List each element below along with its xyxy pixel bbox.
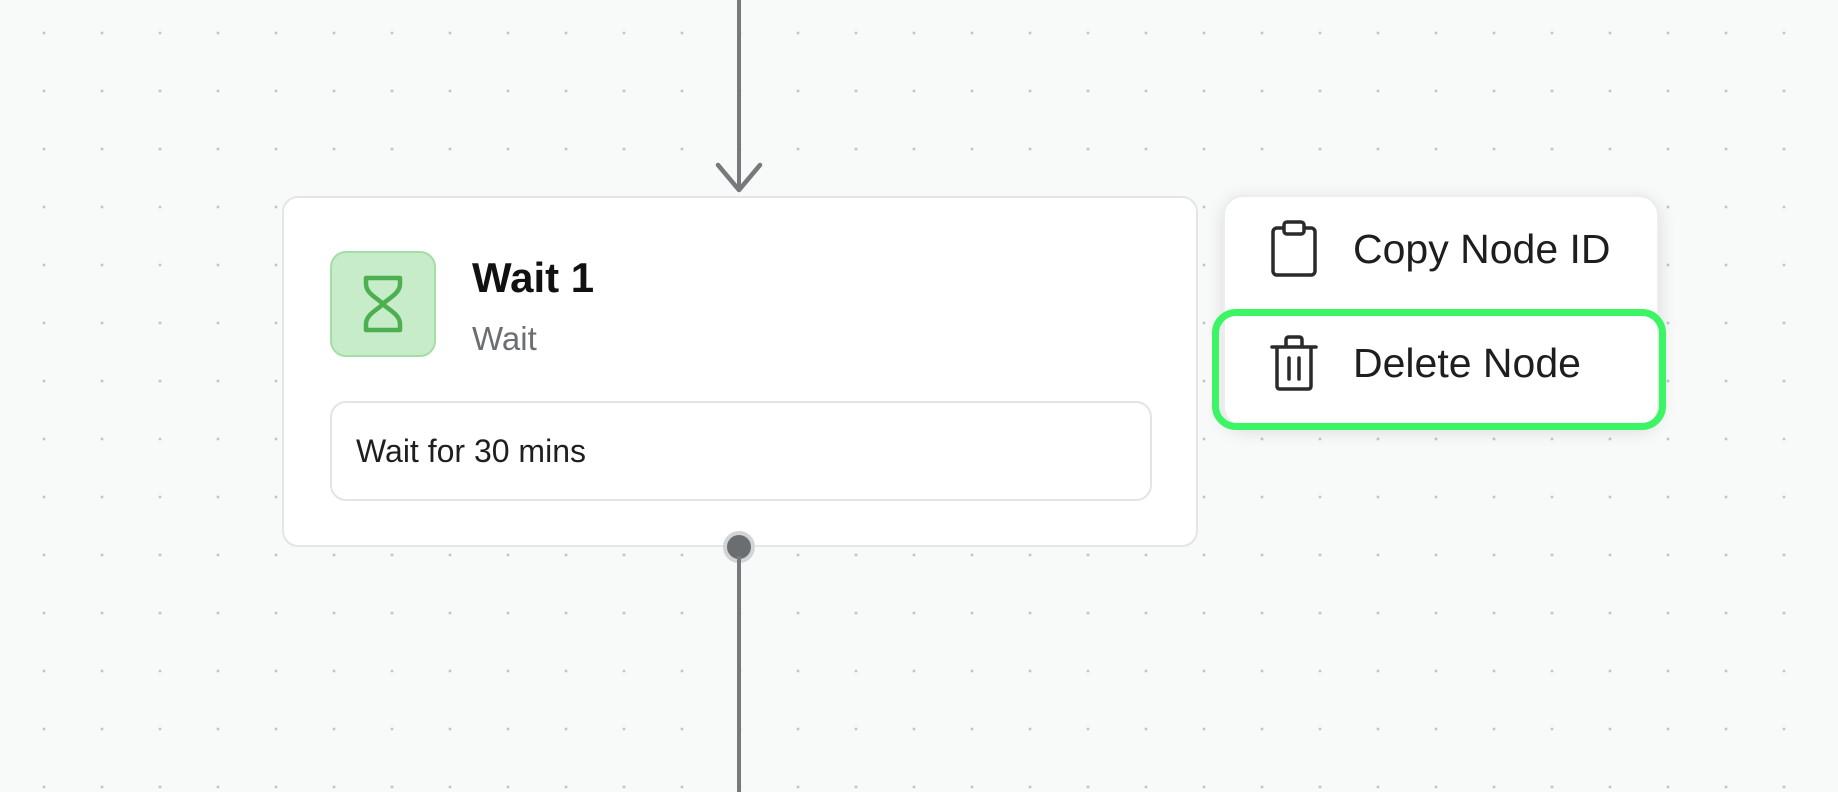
clipboard-icon <box>1267 220 1321 278</box>
node-type-icon-box <box>330 251 436 357</box>
node-description: Wait for 30 mins <box>330 401 1152 501</box>
copy-node-id-menu-item[interactable]: Copy Node ID <box>1225 201 1657 297</box>
outgoing-edge <box>737 556 741 792</box>
trash-icon <box>1267 334 1321 392</box>
delete-node-menu-item[interactable]: Delete Node <box>1225 315 1657 411</box>
hourglass-icon <box>363 275 403 333</box>
delete-node-label: Delete Node <box>1353 339 1581 386</box>
edge-arrowhead-icon <box>715 162 763 193</box>
node-subtitle: Wait <box>472 320 537 357</box>
wait-node-card[interactable]: Wait 1 Wait Wait for 30 mins <box>282 196 1198 547</box>
copy-node-id-label: Copy Node ID <box>1353 225 1611 272</box>
node-title: Wait 1 <box>472 254 595 301</box>
node-context-menu: Copy Node ID Delete Node <box>1223 195 1659 427</box>
